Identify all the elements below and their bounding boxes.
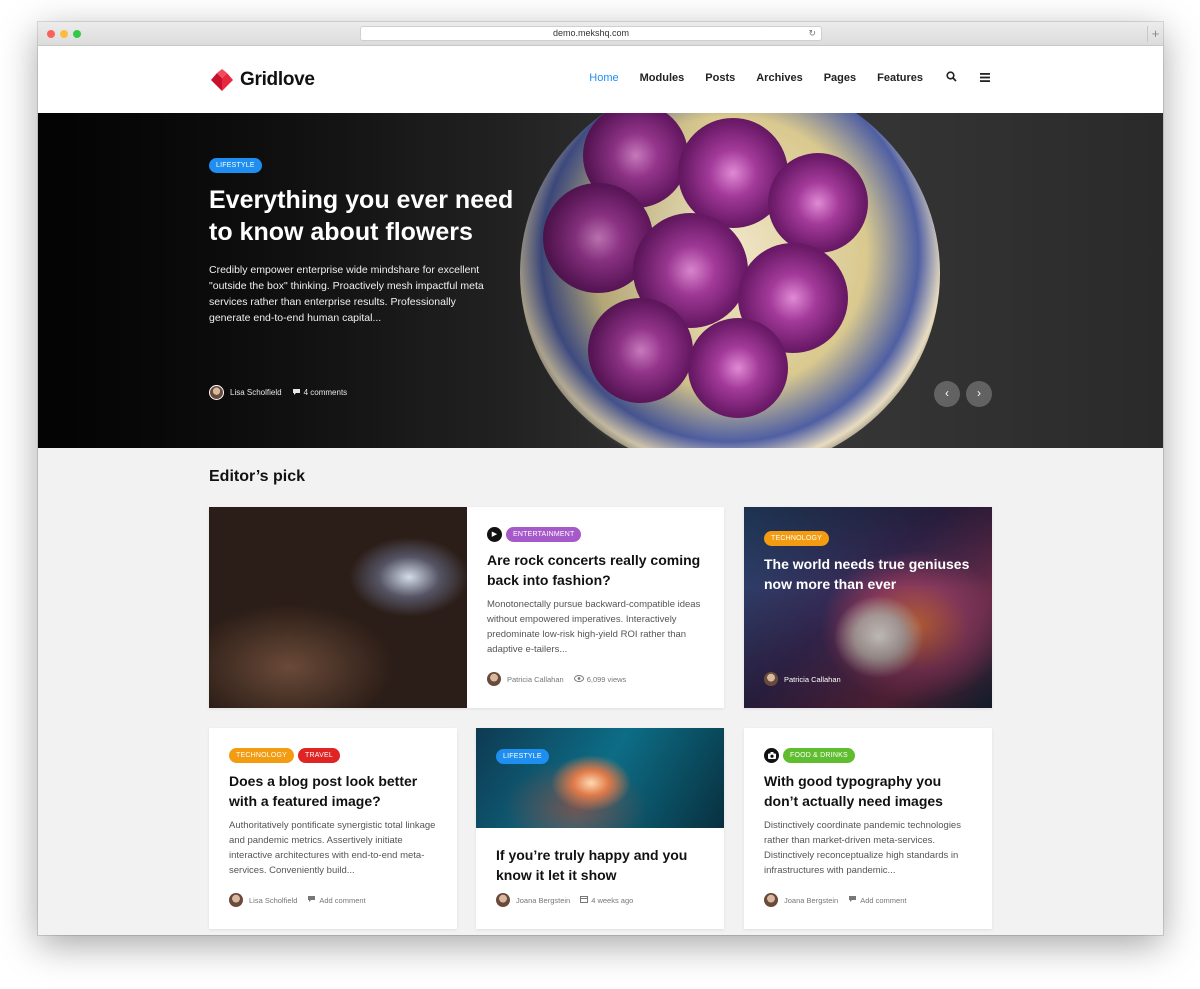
category-tag[interactable]: TECHNOLOGY — [764, 531, 830, 546]
camera-icon — [764, 748, 779, 763]
browser-toolbar: demo.mekshq.com ↻ + — [38, 22, 1163, 46]
reload-icon[interactable]: ↻ — [808, 27, 816, 40]
play-icon: ▶ — [487, 527, 502, 542]
avatar[interactable] — [229, 893, 243, 907]
avatar[interactable] — [487, 672, 501, 686]
nav-item-pages[interactable]: Pages — [824, 72, 856, 84]
heart-logo-icon — [211, 69, 233, 91]
new-tab-button[interactable]: + — [1147, 26, 1163, 42]
category-tag[interactable]: LIFESTYLE — [496, 749, 549, 764]
hamburger-icon[interactable] — [979, 71, 991, 85]
hero-excerpt: Credibly empower enterprise wide mindsha… — [209, 264, 484, 324]
logo-text: Gridlove — [240, 69, 315, 90]
post-author[interactable]: Patricia Callahan — [507, 675, 564, 684]
browser-window: demo.mekshq.com ↻ + Gridlove Home Module… — [38, 22, 1163, 935]
post-tags: TECHNOLOGY TRAVEL — [229, 748, 439, 763]
post-meta: Patricia Callahan — [764, 672, 841, 686]
category-tag[interactable]: TRAVEL — [298, 748, 340, 763]
avatar[interactable] — [209, 385, 224, 400]
hero-author[interactable]: Lisa Scholfield — [230, 388, 282, 397]
hero-category-tag[interactable]: LIFESTYLE — [209, 158, 262, 173]
add-comment-link[interactable]: Add comment — [319, 896, 365, 905]
comment-icon — [292, 388, 301, 398]
hero-content: LIFESTYLE Everything you ever need to kn… — [209, 154, 529, 326]
post-date: 4 weeks ago — [591, 895, 634, 905]
post-image[interactable] — [209, 507, 467, 708]
post-card[interactable]: ▶ ENTERTAINMENT Are rock concerts really… — [209, 507, 724, 708]
post-card[interactable]: FOOD & DRINKS With good typography you d… — [744, 728, 992, 929]
slider-prev-button[interactable]: ‹ — [934, 381, 960, 407]
post-author[interactable]: Patricia Callahan — [784, 675, 841, 684]
avatar[interactable] — [764, 672, 778, 686]
post-title[interactable]: The world needs true geniuses now more t… — [764, 554, 974, 594]
hero-comments[interactable]: 4 comments — [304, 388, 348, 397]
site-logo[interactable]: Gridlove — [209, 68, 315, 92]
post-image[interactable] — [476, 728, 724, 828]
nav-item-modules[interactable]: Modules — [640, 72, 685, 84]
post-card[interactable]: TECHNOLOGY TRAVEL Does a blog post look … — [209, 728, 457, 929]
nav-item-home[interactable]: Home — [589, 72, 618, 84]
post-excerpt: Authoritatively pontificate synergistic … — [229, 820, 436, 876]
post-meta: Joana Bergstein 4 weeks ago — [496, 893, 633, 907]
post-author[interactable]: Joana Bergstein — [516, 896, 570, 905]
comment-icon — [848, 895, 857, 905]
zoom-window-button[interactable] — [73, 30, 81, 38]
main-nav: Home Modules Posts Archives Pages Featur… — [568, 71, 991, 85]
post-card[interactable]: TECHNOLOGY The world needs true geniuses… — [744, 507, 992, 708]
post-tags: ▶ ENTERTAINMENT — [487, 527, 702, 542]
post-excerpt: Monotonectally pursue backward-compatibl… — [487, 599, 701, 655]
post-author[interactable]: Joana Bergstein — [784, 896, 838, 905]
add-comment-link[interactable]: Add comment — [860, 896, 906, 905]
comment-icon — [307, 895, 316, 905]
eye-icon — [573, 674, 584, 684]
site-header: Gridlove Home Modules Posts Archives Pag… — [38, 46, 1163, 113]
category-tag[interactable]: TECHNOLOGY — [229, 748, 295, 763]
category-tag[interactable]: FOOD & DRINKS — [783, 748, 855, 763]
hero-slider: LIFESTYLE Everything you ever need to kn… — [38, 113, 1163, 448]
hero-meta: Lisa Scholfield 4 comments — [209, 385, 347, 400]
minimize-window-button[interactable] — [60, 30, 68, 38]
hero-overlay — [38, 113, 1163, 448]
calendar-icon — [580, 895, 589, 905]
avatar[interactable] — [764, 893, 778, 907]
post-excerpt: Distinctively coordinate pandemic techno… — [764, 820, 961, 876]
section-title: Editor’s pick — [209, 468, 306, 485]
post-title[interactable]: With good typography you don’t actually … — [764, 771, 974, 811]
address-bar[interactable]: demo.mekshq.com ↻ — [360, 26, 822, 41]
post-author[interactable]: Lisa Scholfield — [249, 896, 297, 905]
address-url: demo.mekshq.com — [552, 28, 630, 38]
post-meta: Joana Bergstein Add comment — [764, 893, 906, 907]
hero-title[interactable]: Everything you ever need to know about f… — [209, 184, 529, 248]
search-icon[interactable] — [945, 71, 957, 85]
post-card[interactable]: LIFESTYLE If you’re truly happy and you … — [476, 728, 724, 929]
nav-item-archives[interactable]: Archives — [756, 72, 802, 84]
post-views: 6,099 views — [586, 674, 627, 684]
slider-next-button[interactable]: › — [966, 381, 992, 407]
post-title[interactable]: If you’re truly happy and you know it le… — [496, 845, 706, 885]
post-title[interactable]: Are rock concerts really coming back int… — [487, 550, 702, 590]
post-title[interactable]: Does a blog post look better with a feat… — [229, 771, 439, 811]
close-window-button[interactable] — [47, 30, 55, 38]
category-tag[interactable]: ENTERTAINMENT — [506, 527, 582, 542]
post-tags: FOOD & DRINKS — [764, 748, 974, 763]
post-meta: Patricia Callahan 6,099 views — [487, 672, 626, 686]
nav-item-posts[interactable]: Posts — [705, 72, 735, 84]
avatar[interactable] — [496, 893, 510, 907]
post-meta: Lisa Scholfield Add comment — [229, 893, 366, 907]
nav-item-features[interactable]: Features — [877, 72, 923, 84]
